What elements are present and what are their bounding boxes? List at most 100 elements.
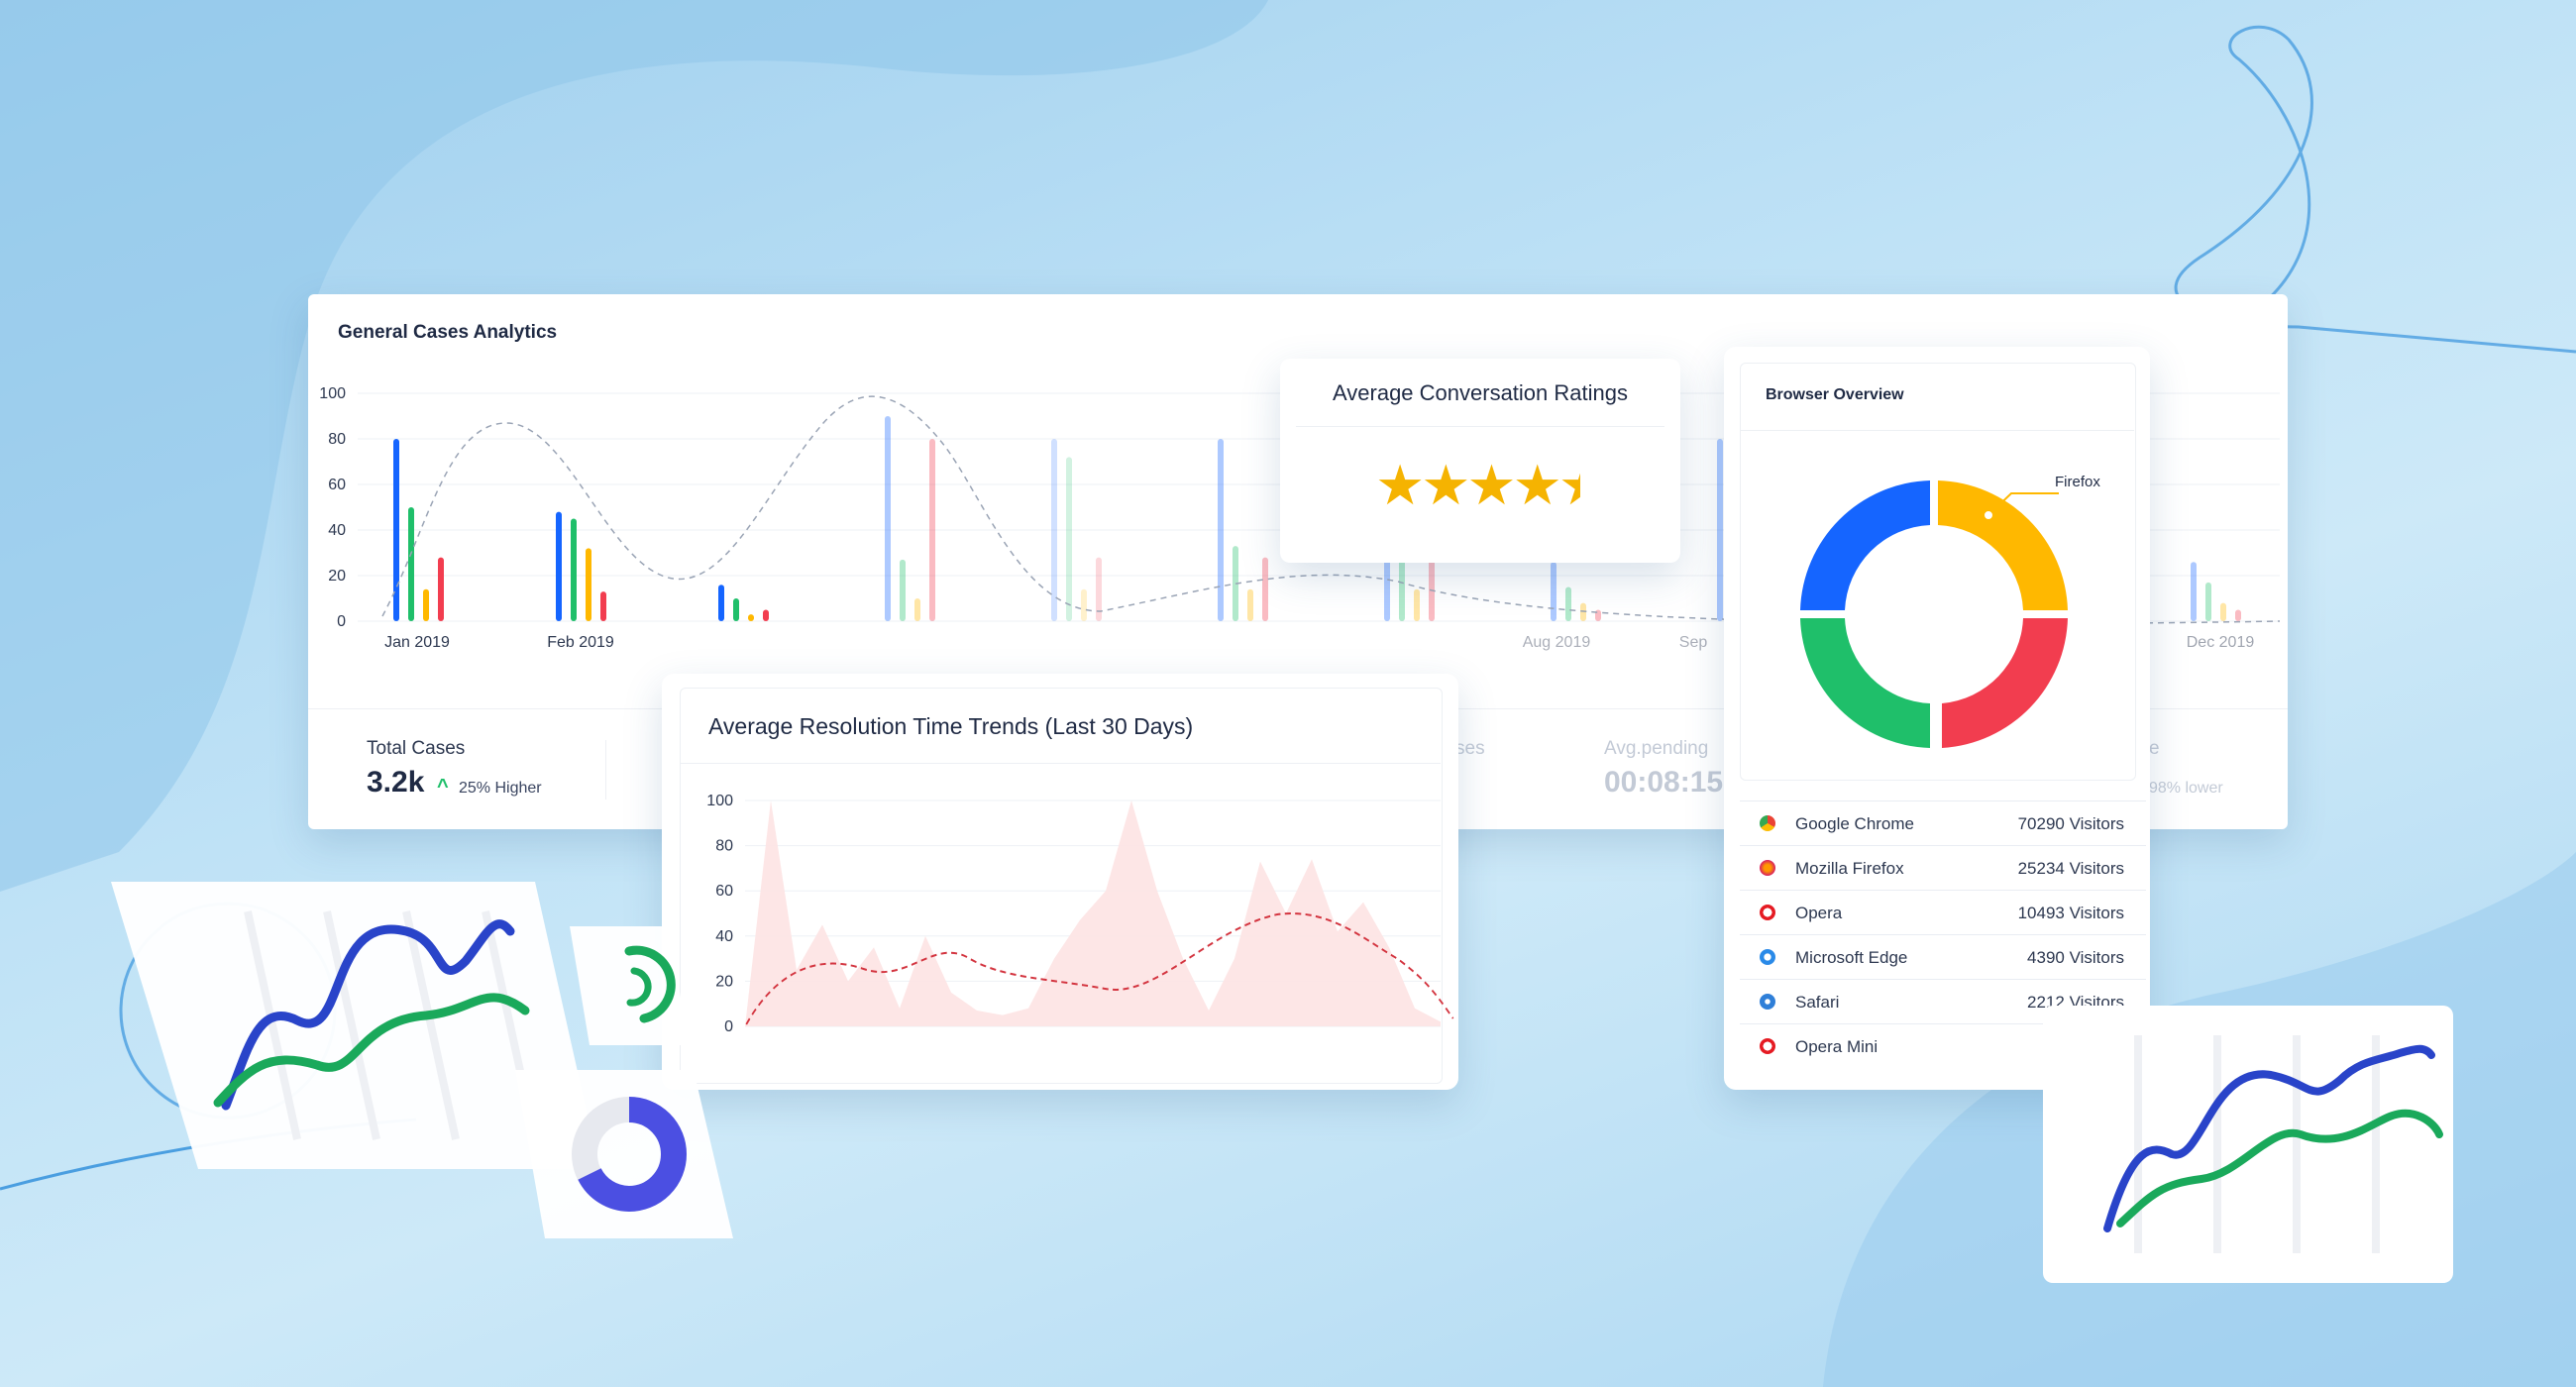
browser-row: Opera 10493 Visitors (1740, 890, 2146, 935)
bar (1429, 557, 1435, 621)
decorative-line-chart-right (2043, 1006, 2453, 1283)
resolution-card: Average Resolution Time Trends (Last 30 … (662, 674, 1458, 1090)
bar (2220, 602, 2226, 621)
opera-icon (1760, 905, 1775, 920)
bar (900, 559, 906, 621)
resolution-title: Average Resolution Time Trends (Last 30 … (708, 713, 1194, 739)
half-star-icon: ★ (1558, 458, 1580, 513)
bar (929, 439, 935, 621)
browser-name: Opera Mini (1795, 1037, 1878, 1056)
y-tick-label: 80 (715, 838, 733, 855)
y-tick-label: 60 (715, 883, 733, 900)
edge-icon (1760, 949, 1775, 965)
x-tick-label: Dec 2019 (2187, 634, 2255, 651)
y-tick-label: 60 (328, 477, 346, 493)
bar (763, 609, 769, 621)
browser-row: Google Chrome 70290 Visitors (1740, 800, 2146, 846)
browser-visitors: 4390 Visitors (2027, 948, 2124, 967)
x-tick-label: Sep (1679, 634, 1708, 651)
y-tick-label: 100 (706, 793, 733, 809)
browser-overview-card: Browser Overview Firefox Google Chrome 70… (1724, 347, 2150, 1090)
star-rating: ★★★★★ (1375, 458, 1603, 517)
chrome-icon (1760, 815, 1775, 831)
bar (586, 548, 591, 621)
star-icon: ★ (1512, 454, 1562, 516)
ratings-title: Average Conversation Ratings (1333, 380, 1628, 405)
decorative-arc-tile (570, 926, 689, 1045)
bar (556, 511, 562, 621)
browser-visitors: 10493 Visitors (2017, 904, 2124, 922)
y-tick-label: 100 (319, 385, 346, 402)
bar (1565, 587, 1571, 621)
y-tick-label: 0 (337, 613, 346, 630)
bar (2205, 582, 2211, 621)
safari-icon (1760, 994, 1775, 1010)
y-tick-label: 40 (328, 522, 346, 539)
donut-segment-blue (1800, 480, 1930, 610)
firefox-icon (1760, 860, 1775, 876)
donut-callout-label: Firefox (2055, 474, 2100, 490)
general-cases-title: General Cases Analytics (338, 322, 558, 343)
resolution-trend-chart: 100 80 60 40 20 0 (706, 793, 1454, 1035)
avg-pending-value: 00:08:15 (1604, 766, 1724, 799)
bar (1247, 588, 1253, 621)
bar (1551, 562, 1556, 621)
browser-name: Opera (1795, 904, 1843, 922)
decorative-donut-tile (515, 1070, 733, 1238)
y-tick-label: 20 (328, 568, 346, 585)
opera-mini-icon (1760, 1038, 1775, 1054)
bar (423, 588, 429, 621)
browser-name: Mozilla Firefox (1795, 859, 1904, 878)
star-icon: ★ (1421, 454, 1470, 516)
avg-pending-label: Avg.pending (1604, 738, 1709, 759)
bar (1595, 609, 1601, 621)
bar (408, 507, 414, 621)
donut-segment-firefox (1938, 480, 2068, 610)
bar (885, 416, 891, 621)
bar (1262, 557, 1268, 621)
bar (571, 518, 577, 621)
y-tick-label: 80 (328, 431, 346, 448)
y-tick-label: 0 (724, 1018, 733, 1035)
donut-segment-red (1942, 618, 2068, 748)
bar (914, 598, 920, 621)
browser-visitors: 25234 Visitors (2017, 859, 2124, 878)
partial-kpi-label-2: e (2149, 738, 2160, 759)
browser-name: Microsoft Edge (1795, 948, 1908, 967)
bar (600, 591, 606, 621)
bar (733, 598, 739, 621)
total-cases-value: 3.2k (367, 766, 425, 799)
bar (748, 614, 754, 621)
trend-up-icon: ^ (437, 776, 449, 798)
bar (438, 557, 444, 621)
browser-row: Mozilla Firefox 25234 Visitors (1740, 845, 2146, 891)
y-tick-label: 20 (715, 973, 733, 990)
x-tick-label: Aug 2019 (1523, 634, 1591, 651)
browser-donut-chart (1800, 480, 2068, 748)
bar (1717, 439, 1723, 621)
y-tick-label: 40 (715, 928, 733, 945)
total-cases-change: 25% Higher (459, 780, 542, 797)
bar (2191, 562, 2197, 621)
partial-kpi-label: ses (1455, 738, 1485, 759)
bar (1081, 588, 1087, 621)
bar (1414, 588, 1420, 621)
bar (1066, 457, 1072, 621)
browser-name: Google Chrome (1795, 814, 1915, 833)
bar (1218, 439, 1224, 621)
x-tick-label: Jan 2019 (384, 634, 450, 651)
resolution-area (745, 800, 1441, 1026)
star-icon: ★ (1466, 454, 1516, 516)
lower-text: 98% lower (2149, 780, 2223, 797)
browser-row: Microsoft Edge 4390 Visitors (1740, 934, 2146, 980)
bar (1051, 439, 1057, 621)
total-cases-label: Total Cases (367, 738, 466, 759)
bar (718, 585, 724, 621)
x-tick-label: Feb 2019 (547, 634, 614, 651)
browser-overview-title: Browser Overview (1766, 386, 1904, 403)
donut-segment-green (1800, 618, 1930, 748)
ratings-card: Average Conversation Ratings ★★★★★ (1280, 359, 1680, 563)
star-icon: ★ (1375, 454, 1425, 516)
browser-visitors: 70290 Visitors (2017, 814, 2124, 833)
browser-name: Safari (1795, 993, 1840, 1012)
